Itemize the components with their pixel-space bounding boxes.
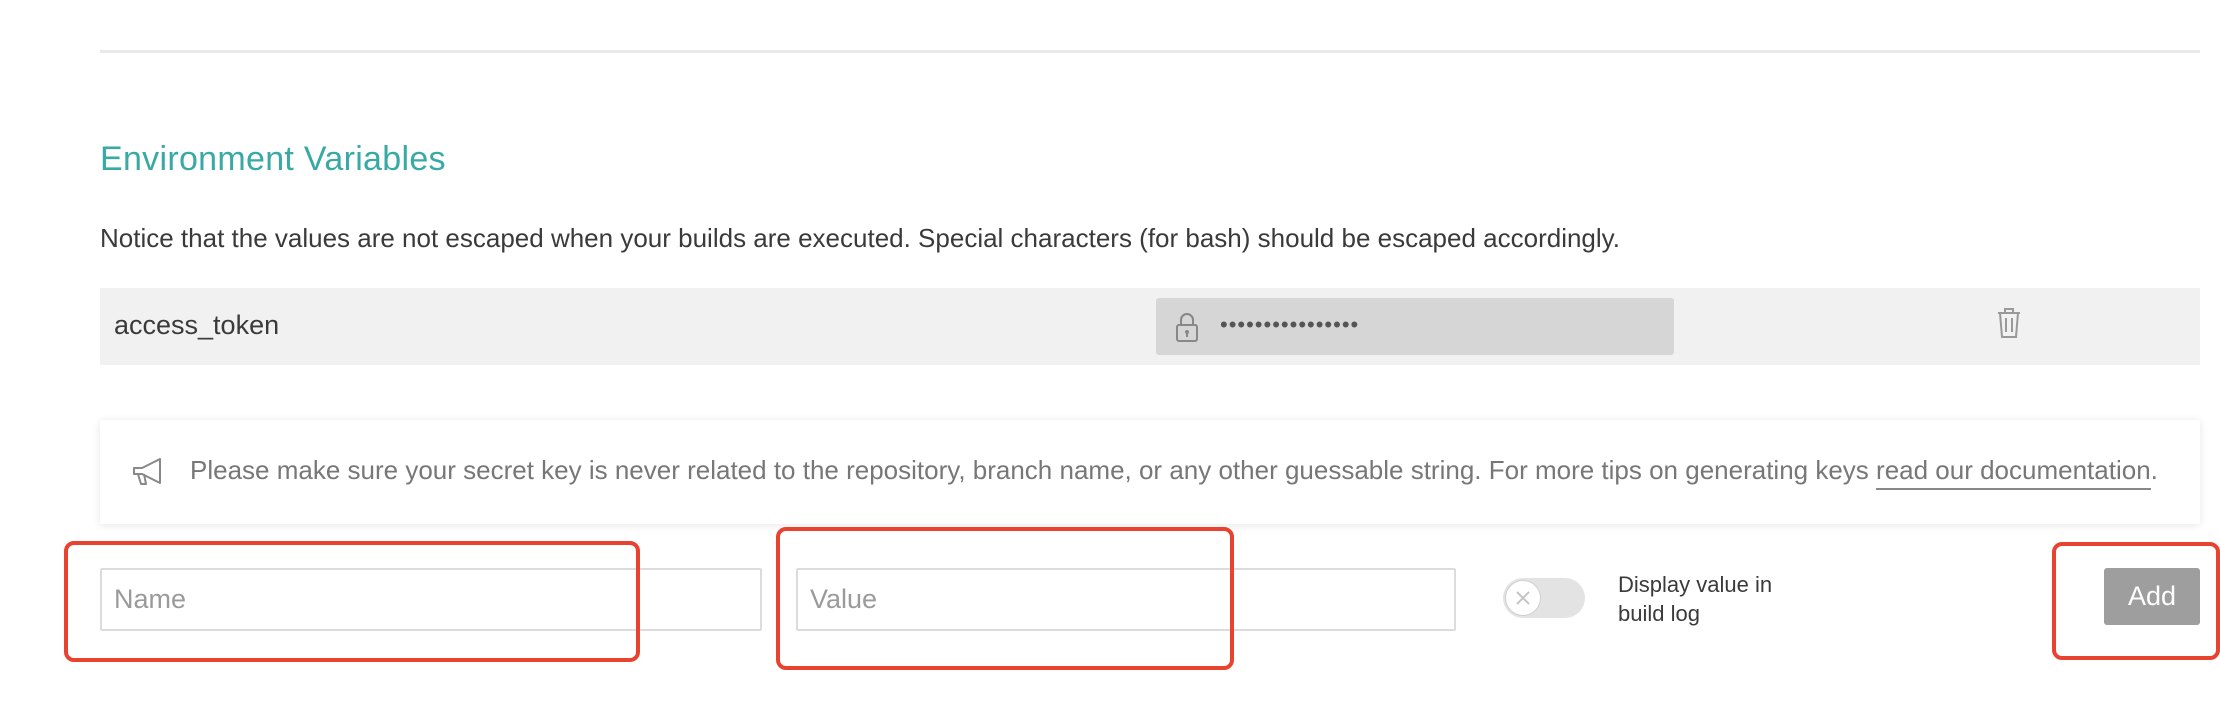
- masked-value: ••••••••••••••••: [1220, 312, 1360, 337]
- display-value-label: Display value in build log: [1618, 572, 1773, 626]
- lock-icon: [1172, 311, 1202, 343]
- value-input[interactable]: [796, 568, 1456, 631]
- display-value-toggle[interactable]: [1503, 578, 1585, 618]
- security-tip-text: Please make sure your secret key is neve…: [190, 455, 2158, 490]
- megaphone-icon: [130, 456, 168, 488]
- toggle-knob: [1505, 580, 1541, 616]
- close-icon: [1516, 591, 1530, 605]
- env-var-row: access_token ••••••••••••••••: [100, 288, 2200, 365]
- top-divider: [100, 50, 2200, 53]
- escape-notice: Notice that the values are not escaped w…: [100, 223, 1620, 253]
- security-tip-box: Please make sure your secret key is neve…: [100, 420, 2200, 524]
- env-var-value-field: ••••••••••••••••: [1156, 298, 1674, 355]
- section-title: Environment Variables: [100, 140, 446, 178]
- documentation-link[interactable]: read our documentation: [1876, 455, 2151, 490]
- name-input[interactable]: [100, 568, 762, 631]
- trash-icon[interactable]: [1994, 306, 2024, 340]
- add-button[interactable]: Add: [2104, 568, 2200, 625]
- env-var-name: access_token: [114, 310, 280, 340]
